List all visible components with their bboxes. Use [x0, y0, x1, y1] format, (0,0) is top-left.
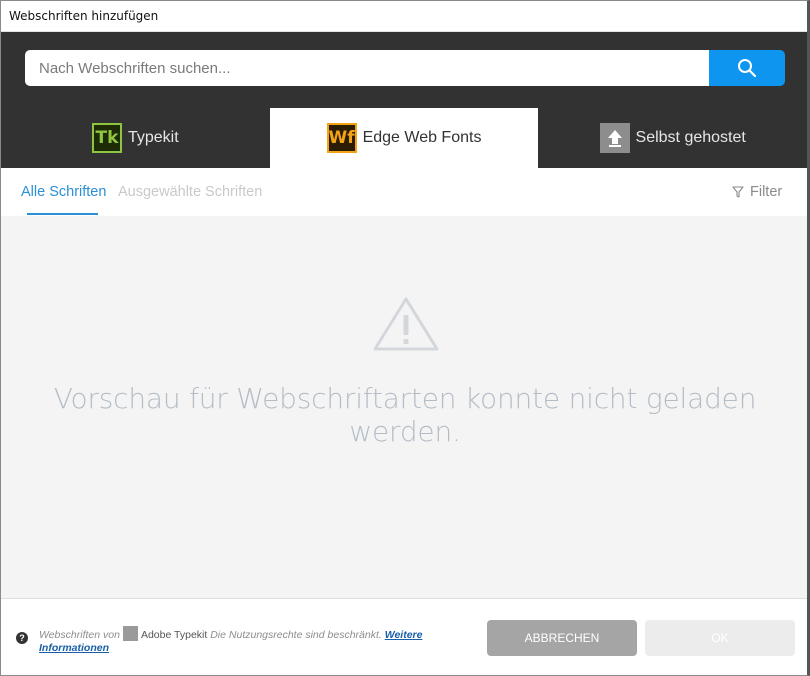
ok-button[interactable]: OK [645, 620, 795, 656]
tab-label: Edge Web Fonts [362, 129, 482, 146]
tab-all-fonts[interactable]: Alle Schriften [21, 184, 106, 200]
tab-edge-web-fonts[interactable]: Wf Edge Web Fonts [269, 108, 539, 168]
header: Tk Typekit Wf Edge Web Fonts Selbst geho… [1, 32, 807, 168]
search-input[interactable] [25, 50, 709, 86]
error-message: Vorschau für Webschriftarten konnte nich… [53, 382, 757, 448]
typekit-notice: Webschriften von Adobe Typekit Die Nutzun… [39, 626, 459, 655]
adobe-typekit-logo-icon [122, 626, 138, 641]
typekit-icon: Tk [91, 123, 122, 153]
font-preview-area: Vorschau für Webschriftarten konnte nich… [1, 216, 807, 598]
notice-suffix: Die Nutzungsrechte sind beschränkt. [210, 629, 382, 641]
edge-web-fonts-icon: Wf [326, 123, 357, 153]
title-bar: Webschriften hinzufügen [1, 1, 807, 32]
brand-name: Adobe Typekit [140, 629, 208, 641]
warning-icon [373, 297, 439, 351]
tab-selected-fonts[interactable]: Ausgewählte Schriften [118, 184, 262, 200]
filter-icon [732, 186, 744, 198]
search-bar [25, 50, 785, 86]
footer: ? Webschriften von Adobe Typekit Die Nutz… [1, 598, 807, 675]
dialog-window: Webschriften hinzufügen Tk Typekit Wf Ed… [0, 0, 810, 676]
filter-button[interactable]: Filter [732, 184, 782, 200]
tab-typekit[interactable]: Tk Typekit [1, 108, 270, 168]
cancel-button[interactable]: ABBRECHEN [487, 620, 637, 656]
active-tab-indicator [27, 213, 98, 215]
tab-self-hosted[interactable]: Selbst gehostet [538, 108, 807, 168]
notice-prefix: Webschriften von [39, 629, 120, 641]
tab-label: Typekit [127, 129, 179, 146]
window-title: Webschriften hinzufügen [9, 9, 159, 23]
upload-icon [599, 123, 630, 153]
search-icon [738, 59, 757, 78]
filter-tabs: Alle Schriften Ausgewählte Schriften Fil… [1, 168, 807, 216]
tab-label: Selbst gehostet [635, 129, 746, 146]
search-button[interactable] [709, 50, 785, 86]
help-icon[interactable]: ? [16, 632, 28, 644]
filter-label: Filter [750, 184, 783, 200]
source-tabs: Tk Typekit Wf Edge Web Fonts Selbst geho… [1, 108, 807, 168]
